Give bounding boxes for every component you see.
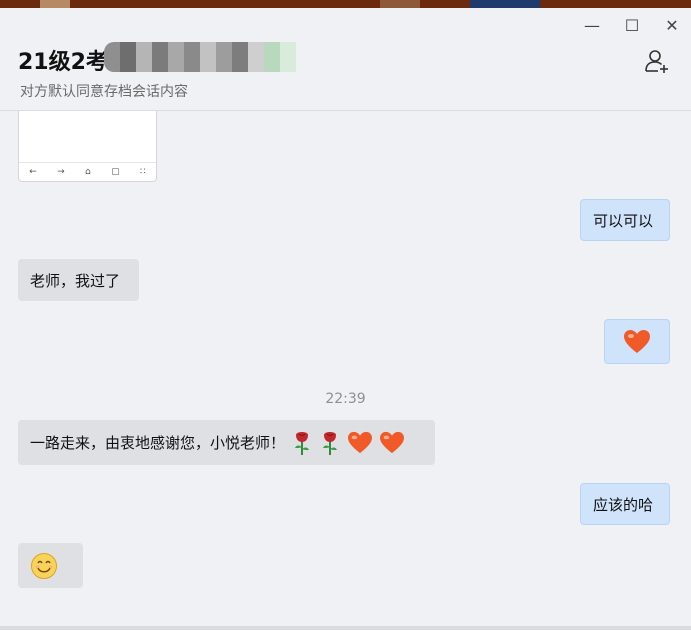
input-divider (0, 626, 691, 630)
tabs-icon: ▢ (111, 167, 120, 177)
message-bubble-outgoing[interactable] (604, 319, 670, 364)
heart-emoji-icon (348, 431, 373, 453)
maximize-icon[interactable]: ☐ (617, 14, 647, 36)
message-bubble-outgoing[interactable]: 应该的哈 (580, 483, 670, 525)
image-message[interactable]: ← → ⌂ ▢ ∷ (18, 111, 157, 182)
minimize-icon[interactable]: — (577, 14, 607, 36)
heart-emoji-icon (624, 329, 650, 353)
menu-dots-icon: ∷ (140, 167, 146, 177)
chat-header: — ☐ ✕ 21级2考 对方默认同意存档会话内容 (0, 8, 691, 111)
message-text: 应该的哈 (593, 495, 654, 514)
blurred-name (104, 42, 296, 72)
message-text: 老师，我过了 (30, 271, 121, 290)
back-arrow-icon: ← (29, 167, 37, 177)
message-bubble-outgoing[interactable]: 可以可以 (580, 199, 670, 241)
message-bubble-incoming[interactable] (18, 543, 83, 588)
message-list[interactable]: ← → ⌂ ▢ ∷ 可以可以 老师，我过了 22:39 一路走来，由衷地感谢您，… (0, 111, 691, 630)
archive-notice: 对方默认同意存档会话内容 (20, 84, 188, 100)
message-bubble-incoming[interactable]: 一路走来，由衷地感谢您，小悦老师！ (18, 420, 435, 465)
smile-emoji-icon (31, 552, 57, 579)
message-bubble-incoming[interactable]: 老师，我过了 (18, 259, 139, 301)
rose-emoji-icon (295, 431, 310, 455)
forward-arrow-icon: → (57, 167, 65, 177)
rose-emoji-icon (323, 431, 338, 455)
add-user-icon[interactable] (644, 48, 670, 74)
image-toolbar: ← → ⌂ ▢ ∷ (19, 162, 156, 181)
chat-title: 21级2考 (18, 50, 108, 75)
message-text: 可以可以 (593, 211, 654, 230)
timestamp: 22:39 (325, 391, 366, 407)
heart-emoji-icon (380, 431, 405, 453)
close-icon[interactable]: ✕ (657, 14, 687, 36)
desktop-background-strip (0, 0, 691, 8)
message-text: 一路走来，由衷地感谢您，小悦老师！ (30, 434, 286, 452)
home-icon: ⌂ (85, 167, 91, 177)
